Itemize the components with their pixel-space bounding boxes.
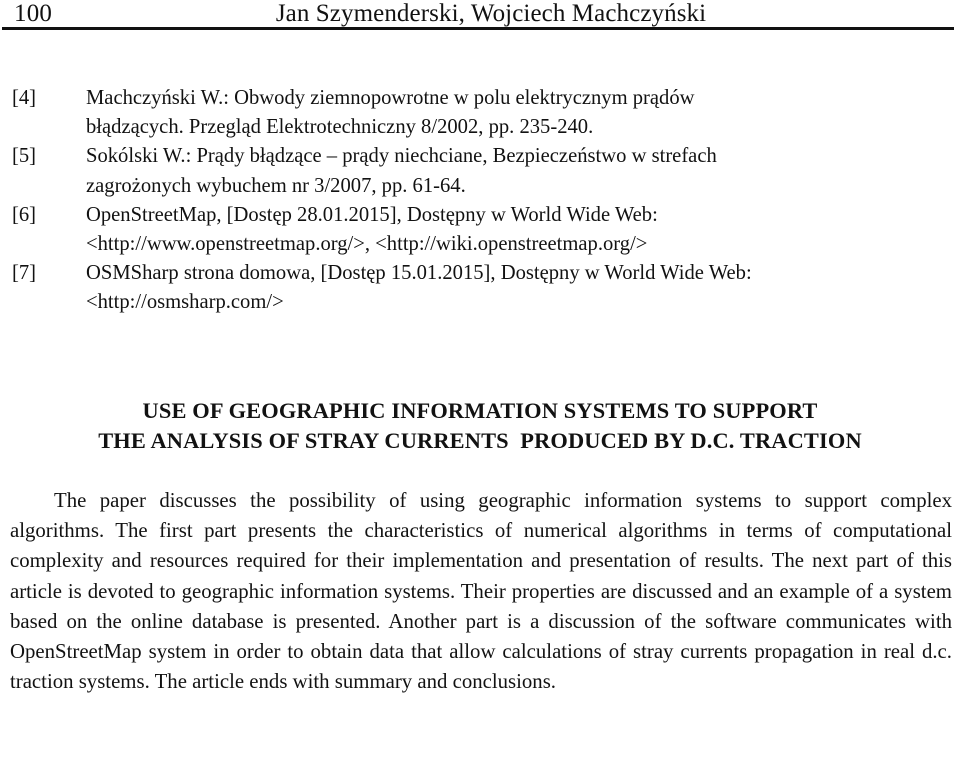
reference-entry: [4] Machczyński W.: Obwody ziemnopowrotn… bbox=[10, 84, 946, 142]
reference-number: [6] bbox=[12, 203, 37, 226]
reference-text-line: błądzących. Przegląd Elektrotechniczny 8… bbox=[86, 116, 594, 139]
reference-text-line: zagrożonych wybuchem nr 3/2007, pp. 61-6… bbox=[86, 174, 466, 197]
document-page: 100 Jan Szymenderski, Wojciech Machczyńs… bbox=[0, 0, 960, 763]
reference-url-line: <http://www.openstreetmap.org/>, <http:/… bbox=[86, 233, 648, 256]
reference-entry: [7] OSMSharp strona domowa, [Dostęp 15.0… bbox=[10, 259, 946, 317]
paper-title-line: USE OF GEOGRAPHIC INFORMATION SYSTEMS TO… bbox=[142, 398, 818, 423]
references-list: [4] Machczyński W.: Obwody ziemnopowrotn… bbox=[10, 84, 946, 318]
abstract-paragraph: The paper discusses the possibility of u… bbox=[10, 489, 952, 694]
running-header: 100 Jan Szymenderski, Wojciech Machczyńs… bbox=[10, 0, 950, 30]
reference-text-line: OSMSharp strona domowa, [Dostęp 15.01.20… bbox=[86, 262, 752, 285]
reference-text-line: OpenStreetMap, [Dostęp 28.01.2015], Dost… bbox=[86, 203, 658, 226]
paper-title-line: THE ANALYSIS OF STRAY CURRENTS PRODUCED … bbox=[98, 428, 862, 453]
running-header-authors: Jan Szymenderski, Wojciech Machczyński bbox=[275, 0, 707, 27]
reference-number: [7] bbox=[12, 262, 37, 285]
header-rule bbox=[2, 27, 954, 30]
reference-text-line: Sokólski W.: Prądy błądzące – prądy niec… bbox=[86, 145, 717, 168]
reference-number: [4] bbox=[12, 87, 37, 109]
reference-entry: [6] OpenStreetMap, [Dostęp 28.01.2015], … bbox=[10, 201, 946, 259]
reference-entry: [5] Sokólski W.: Prądy błądzące – prądy … bbox=[10, 142, 946, 200]
reference-text-line: Machczyński W.: Obwody ziemnopowrotne w … bbox=[86, 87, 695, 109]
reference-number: [5] bbox=[12, 145, 37, 168]
reference-url-line: <http://osmsharp.com/> bbox=[86, 291, 284, 314]
paper-title: USE OF GEOGRAPHIC INFORMATION SYSTEMS TO… bbox=[14, 396, 946, 456]
